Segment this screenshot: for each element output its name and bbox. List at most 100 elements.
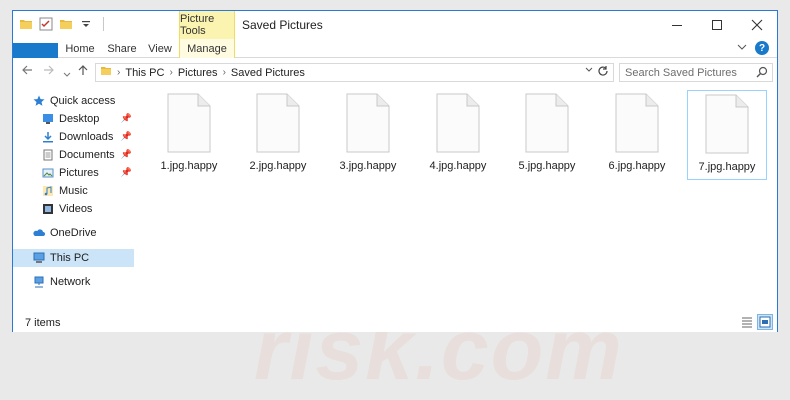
nav-item-desktop[interactable]: Desktop 📌 (13, 110, 134, 128)
nav-item-downloads[interactable]: Downloads 📌 (13, 128, 134, 146)
file-name: 2.jpg.happy (249, 160, 307, 172)
desktop-icon (42, 113, 54, 125)
quick-access-toolbar (19, 17, 104, 31)
pin-icon[interactable]: 📌 (121, 149, 132, 160)
pin-icon[interactable]: 📌 (121, 167, 132, 178)
file-list: risk.com 1.jpg.happy 2.jpg.happy 3.jpg.h… (134, 86, 777, 398)
picture-tools-context-label: Picture Tools (179, 11, 235, 39)
properties-icon[interactable] (39, 17, 53, 31)
file-item[interactable]: 5.jpg.happy (507, 90, 587, 180)
search-placeholder: Search Saved Pictures (625, 66, 737, 79)
star-icon (33, 95, 45, 107)
music-icon (42, 185, 54, 197)
nav-quick-access[interactable]: Quick access (13, 92, 134, 110)
minimize-icon[interactable] (657, 11, 697, 39)
file-name: 3.jpg.happy (339, 160, 397, 172)
help-icon[interactable]: ? (755, 41, 769, 55)
window-controls (657, 11, 777, 39)
navigation-pane: Quick access Desktop 📌 Downloads 📌 Docum… (13, 86, 134, 314)
file-item[interactable]: 1.jpg.happy (149, 90, 229, 180)
status-bar: 7 items (13, 313, 777, 332)
file-icon (436, 93, 480, 156)
maximize-icon[interactable] (697, 11, 737, 39)
nav-item-label: Pictures (59, 167, 99, 179)
nav-this-pc[interactable]: This PC (13, 249, 134, 267)
up-arrow-icon[interactable] (77, 64, 89, 79)
item-count: 7 items (25, 316, 61, 329)
location-folder-icon (100, 65, 112, 80)
search-icon[interactable] (756, 66, 768, 78)
details-view-icon[interactable] (739, 314, 755, 330)
file-name: 7.jpg.happy (698, 161, 756, 173)
back-arrow-icon[interactable] (21, 64, 33, 79)
download-icon (42, 131, 54, 143)
file-name: 4.jpg.happy (429, 160, 487, 172)
nav-network[interactable]: Network (13, 273, 134, 291)
file-icon (525, 93, 569, 156)
nav-this-pc-label: This PC (50, 252, 90, 264)
breadcrumb-saved-pictures[interactable]: Saved Pictures (231, 67, 305, 79)
nav-item-documents[interactable]: Documents 📌 (13, 146, 134, 164)
file-item[interactable]: 2.jpg.happy (238, 90, 318, 180)
nav-item-label: Desktop (59, 113, 100, 125)
nav-item-label: Documents (59, 149, 115, 161)
address-row: › This PC › Pictures › Saved Pictures Se… (13, 58, 777, 86)
file-icon (256, 93, 300, 156)
file-name: 6.jpg.happy (608, 160, 666, 172)
breadcrumb-chevron-icon[interactable]: › (117, 67, 120, 78)
pin-icon[interactable]: 📌 (121, 113, 132, 124)
title-bar: Picture Tools Saved Pictures (13, 11, 777, 39)
nav-item-music[interactable]: Music (13, 182, 134, 200)
new-folder-icon[interactable] (59, 17, 73, 31)
forward-arrow-icon[interactable] (43, 64, 55, 79)
file-name: 5.jpg.happy (518, 160, 576, 172)
file-item-selected[interactable]: 7.jpg.happy (687, 90, 767, 180)
cloud-icon (33, 227, 45, 239)
nav-item-label: Downloads (59, 131, 114, 143)
tab-view[interactable]: View (142, 39, 178, 58)
nav-item-pictures[interactable]: Pictures 📌 (13, 164, 134, 182)
tab-share[interactable]: Share (102, 39, 142, 58)
pictures-icon (42, 167, 54, 179)
tab-home[interactable]: Home (58, 39, 102, 58)
search-input[interactable]: Search Saved Pictures (619, 63, 773, 82)
folder-icon (19, 17, 33, 31)
ribbon-right-controls: ? (737, 41, 769, 55)
network-icon (33, 276, 45, 288)
window-title: Saved Pictures (242, 18, 323, 32)
nav-onedrive-label: OneDrive (50, 227, 97, 239)
nav-quick-access-label: Quick access (50, 95, 116, 107)
breadcrumb-chevron-icon[interactable]: › (223, 67, 226, 78)
recent-locations-icon[interactable] (63, 67, 71, 82)
breadcrumb-pictures[interactable]: Pictures (178, 67, 218, 79)
address-bar[interactable]: › This PC › Pictures › Saved Pictures (95, 63, 614, 82)
close-icon[interactable] (737, 11, 777, 39)
breadcrumb-chevron-icon[interactable]: › (169, 67, 172, 78)
customize-qat-icon[interactable] (79, 17, 93, 31)
nav-item-videos[interactable]: Videos (13, 200, 134, 218)
pin-icon[interactable]: 📌 (121, 131, 132, 142)
address-dropdown-icon[interactable] (585, 66, 593, 76)
view-switcher (739, 314, 773, 330)
qat-divider (103, 17, 104, 31)
file-item[interactable]: 3.jpg.happy (328, 90, 408, 180)
file-icon (167, 93, 211, 156)
documents-icon (42, 149, 54, 161)
refresh-icon[interactable] (597, 65, 609, 80)
file-item[interactable]: 4.jpg.happy (418, 90, 498, 180)
tab-manage[interactable]: Manage (179, 39, 235, 58)
file-icon (615, 93, 659, 156)
file-item[interactable]: 6.jpg.happy (597, 90, 677, 180)
ribbon-tabs: File Home Share View Manage ? (13, 39, 777, 133)
file-icon (705, 94, 749, 157)
nav-item-label: Videos (59, 203, 93, 215)
expand-ribbon-icon[interactable] (737, 41, 747, 55)
file-explorer-window: Picture Tools Saved Pictures File Home S… (12, 10, 778, 398)
large-icons-view-icon[interactable] (757, 314, 773, 330)
file-name: 1.jpg.happy (160, 160, 218, 172)
nav-item-label: Music (59, 185, 88, 197)
breadcrumb-this-pc[interactable]: This PC (125, 67, 164, 79)
file-icon (346, 93, 390, 156)
computer-icon (33, 252, 45, 264)
nav-onedrive[interactable]: OneDrive (13, 224, 134, 242)
